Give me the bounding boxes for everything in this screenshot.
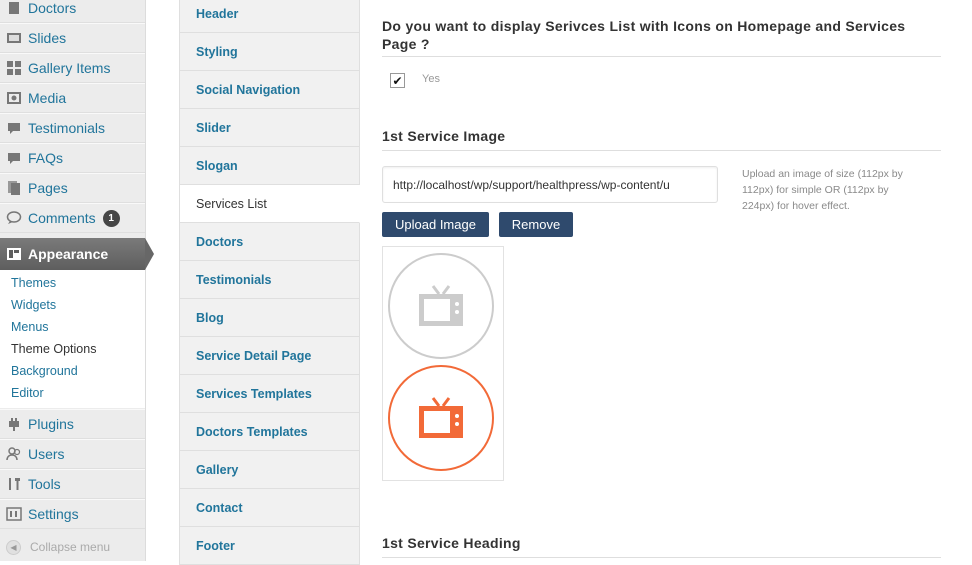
menu-label: Doctors bbox=[28, 0, 77, 16]
menu-label: Gallery Items bbox=[28, 60, 111, 76]
display-services-checkbox[interactable]: ✔ bbox=[390, 73, 405, 88]
appearance-icon bbox=[6, 246, 22, 262]
menu-slides[interactable]: Slides bbox=[0, 23, 145, 53]
options-content: Do you want to display Serivces List wit… bbox=[382, 0, 942, 561]
media-icon bbox=[6, 90, 22, 106]
menu-media[interactable]: Media bbox=[0, 83, 145, 113]
menu-faqs[interactable]: FAQs bbox=[0, 143, 145, 173]
checkbox-label: Yes bbox=[422, 73, 440, 85]
menu-label: Media bbox=[28, 90, 67, 106]
pages-icon bbox=[6, 180, 22, 196]
menu-plugins[interactable]: Plugins bbox=[0, 409, 145, 439]
divider bbox=[382, 557, 941, 558]
tab-blog[interactable]: Blog bbox=[179, 299, 360, 337]
tab-social-navigation[interactable]: Social Navigation bbox=[179, 71, 360, 109]
image-preview bbox=[382, 246, 504, 481]
tab-footer[interactable]: Footer bbox=[179, 527, 360, 565]
submenu-editor[interactable]: Editor bbox=[11, 386, 44, 400]
submenu-themes[interactable]: Themes bbox=[11, 276, 56, 290]
menu-label: Plugins bbox=[28, 416, 74, 432]
tab-service-detail-page[interactable]: Service Detail Page bbox=[179, 337, 360, 375]
slides-icon bbox=[6, 30, 22, 46]
faqs-icon bbox=[6, 150, 22, 166]
tab-slogan[interactable]: Slogan bbox=[179, 147, 360, 185]
remove-image-button[interactable]: Remove bbox=[499, 212, 573, 237]
users-icon bbox=[6, 446, 22, 462]
settings-icon bbox=[6, 506, 22, 522]
menu-users[interactable]: Users bbox=[0, 439, 145, 469]
menu-pages[interactable]: Pages bbox=[0, 173, 145, 203]
comment-count-badge: 1 bbox=[102, 209, 120, 227]
menu-label: Settings bbox=[28, 506, 79, 522]
menu-label: Pages bbox=[28, 180, 68, 196]
collapse-menu[interactable]: ◀ Collapse menu bbox=[0, 533, 145, 561]
tv-icon bbox=[388, 253, 494, 359]
submenu-theme-options[interactable]: Theme Options bbox=[11, 342, 96, 356]
tab-gallery[interactable]: Gallery bbox=[179, 451, 360, 489]
menu-label: FAQs bbox=[28, 150, 64, 166]
tab-doctors-templates[interactable]: Doctors Templates bbox=[179, 413, 360, 451]
tools-icon bbox=[6, 476, 22, 492]
appearance-submenu: Themes Widgets Menus Theme Options Backg… bbox=[0, 270, 145, 408]
divider bbox=[382, 150, 941, 151]
image-url-input[interactable] bbox=[382, 166, 718, 203]
menu-label: Comments bbox=[28, 210, 96, 226]
divider bbox=[382, 56, 941, 57]
service-heading-title: 1st Service Heading bbox=[382, 535, 521, 551]
submenu-widgets[interactable]: Widgets bbox=[11, 298, 56, 312]
menu-tools[interactable]: Tools bbox=[0, 469, 145, 499]
menu-label: Users bbox=[28, 446, 65, 462]
menu-label: Appearance bbox=[28, 246, 109, 262]
tab-slider[interactable]: Slider bbox=[179, 109, 360, 147]
tab-services-list[interactable]: Services List bbox=[179, 185, 360, 223]
menu-doctors[interactable]: Doctors bbox=[0, 0, 145, 23]
tab-testimonials[interactable]: Testimonials bbox=[179, 261, 360, 299]
service-image-heading: 1st Service Image bbox=[382, 128, 506, 144]
submenu-menus[interactable]: Menus bbox=[11, 320, 49, 334]
menu-comments[interactable]: Comments 1 bbox=[0, 203, 145, 233]
menu-label: Testimonials bbox=[28, 120, 106, 136]
comments-icon bbox=[6, 210, 22, 226]
testimonials-icon bbox=[6, 120, 22, 136]
menu-settings[interactable]: Settings bbox=[0, 499, 145, 529]
menu-testimonials[interactable]: Testimonials bbox=[0, 113, 145, 143]
plugins-icon bbox=[6, 416, 22, 432]
collapse-arrow-icon: ◀ bbox=[6, 539, 21, 555]
collapse-label: Collapse menu bbox=[30, 540, 111, 554]
gallery-icon bbox=[6, 60, 22, 76]
upload-image-button[interactable]: Upload Image bbox=[382, 212, 489, 237]
menu-label: Slides bbox=[28, 30, 67, 46]
menu-gallery-items[interactable]: Gallery Items bbox=[0, 53, 145, 83]
doctors-icon bbox=[6, 0, 22, 16]
admin-sidebar: Doctors Slides Gallery Items Media Testi… bbox=[0, 0, 146, 561]
menu-appearance[interactable]: Appearance bbox=[0, 238, 145, 270]
tab-header[interactable]: Header bbox=[179, 0, 360, 33]
tab-doctors[interactable]: Doctors bbox=[179, 223, 360, 261]
upload-hint: Upload an image of size (112px by 112px)… bbox=[742, 168, 903, 212]
current-menu-arrow bbox=[145, 238, 154, 270]
options-tabs: Header Styling Social Navigation Slider … bbox=[179, 0, 360, 565]
tab-contact[interactable]: Contact bbox=[179, 489, 360, 527]
tv-icon bbox=[388, 365, 494, 471]
tab-styling[interactable]: Styling bbox=[179, 33, 360, 71]
menu-label: Tools bbox=[28, 476, 61, 492]
checkmark-icon: ✔ bbox=[392, 73, 403, 88]
submenu-background[interactable]: Background bbox=[11, 364, 78, 378]
tab-services-templates[interactable]: Services Templates bbox=[179, 375, 360, 413]
services-icons-question: Do you want to display Serivces List wit… bbox=[382, 18, 906, 52]
